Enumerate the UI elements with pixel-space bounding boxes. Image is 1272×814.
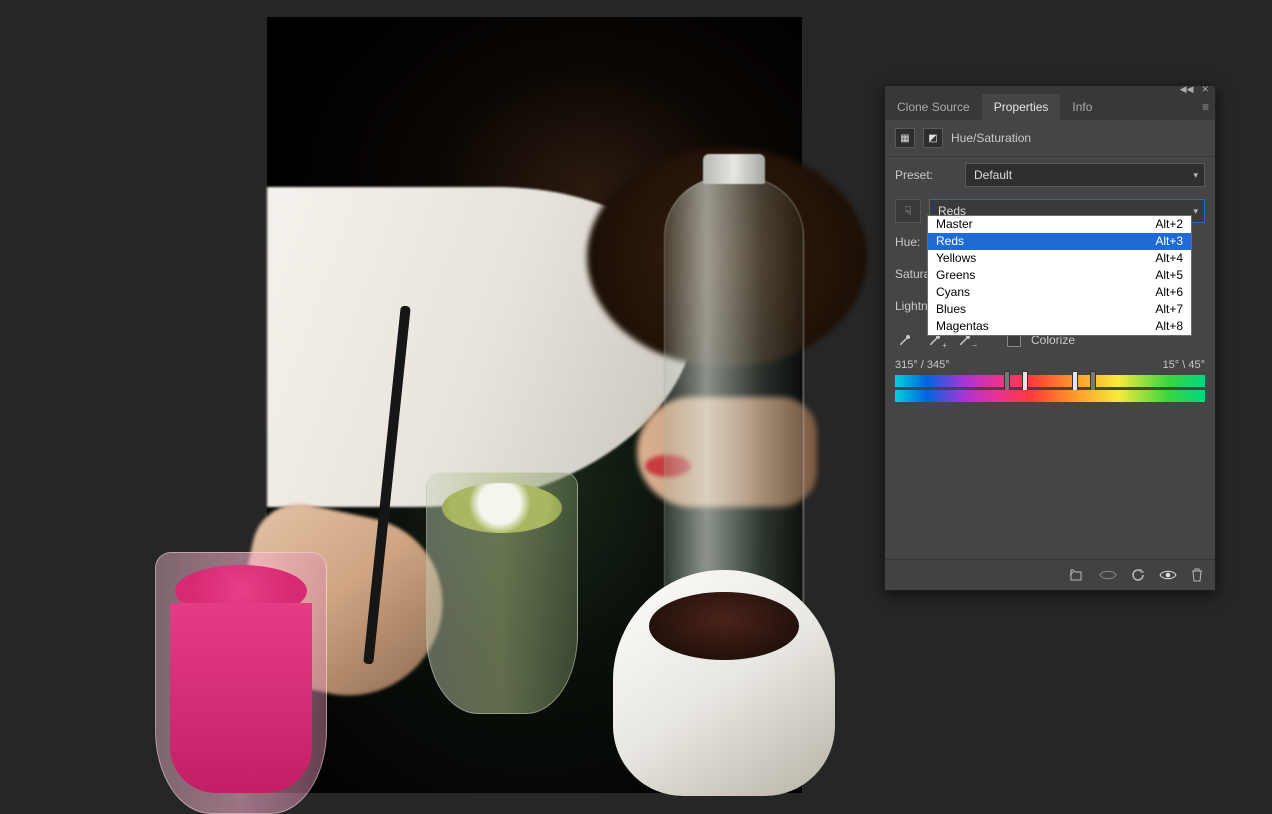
hue-range-labels: 315° / 345° 15° \ 45° (885, 359, 1215, 371)
color-range-dropdown[interactable]: MasterAlt+2RedsAlt+3YellowsAlt+4GreensAl… (927, 215, 1192, 336)
document-canvas[interactable] (267, 17, 802, 793)
dropdown-item-magentas[interactable]: MagentasAlt+8 (928, 318, 1191, 335)
chevron-down-icon: ▾ (1193, 206, 1198, 217)
panel-menu-icon[interactable]: ≡ (1202, 100, 1209, 114)
chevron-down-icon: ▾ (1193, 170, 1198, 181)
spectrum-output (895, 390, 1205, 402)
tab-info[interactable]: Info (1060, 94, 1104, 120)
properties-panel: ◀◀ ✕ Clone Source Properties Info ≡ ▦ ◩ … (884, 85, 1216, 591)
adjustment-name: Hue/Saturation (951, 131, 1031, 145)
preset-select[interactable]: Default ▾ (965, 163, 1205, 187)
dropdown-item-cyans[interactable]: CyansAlt+6 (928, 284, 1191, 301)
panel-titlebar: ◀◀ ✕ (885, 86, 1215, 94)
panel-tabs: Clone Source Properties Info ≡ (885, 94, 1215, 120)
view-previous-icon[interactable] (1099, 569, 1117, 581)
dropdown-item-yellows[interactable]: YellowsAlt+4 (928, 250, 1191, 267)
reset-icon[interactable] (1131, 568, 1145, 582)
adjustment-grid-icon[interactable]: ▦ (895, 128, 915, 148)
adjustment-header: ▦ ◩ Hue/Saturation (885, 120, 1215, 157)
eyedropper-icon[interactable] (895, 331, 915, 349)
dropdown-item-reds[interactable]: RedsAlt+3 (928, 233, 1191, 250)
dropdown-item-greens[interactable]: GreensAlt+5 (928, 267, 1191, 284)
clip-to-layer-icon[interactable] (1069, 568, 1085, 582)
trash-icon[interactable] (1191, 568, 1203, 582)
targeted-adjust-icon[interactable]: ☟ (895, 199, 921, 223)
preset-label: Preset: (895, 168, 957, 182)
tab-clone-source[interactable]: Clone Source (885, 94, 982, 120)
preset-value: Default (974, 168, 1012, 182)
dropdown-item-master[interactable]: MasterAlt+2 (928, 216, 1191, 233)
layer-mask-icon[interactable]: ◩ (923, 128, 943, 148)
photo-illustration (267, 17, 802, 793)
spectrum-input[interactable] (895, 375, 1205, 387)
color-spectrum (885, 371, 1215, 419)
visibility-icon[interactable] (1159, 569, 1177, 581)
preset-row: Preset: Default ▾ (885, 157, 1215, 193)
panel-footer (885, 559, 1215, 590)
tab-properties[interactable]: Properties (982, 94, 1061, 120)
dropdown-item-blues[interactable]: BluesAlt+7 (928, 301, 1191, 318)
hue-range-left: 315° / 345° (895, 359, 950, 371)
hue-range-right: 15° \ 45° (1163, 359, 1205, 371)
